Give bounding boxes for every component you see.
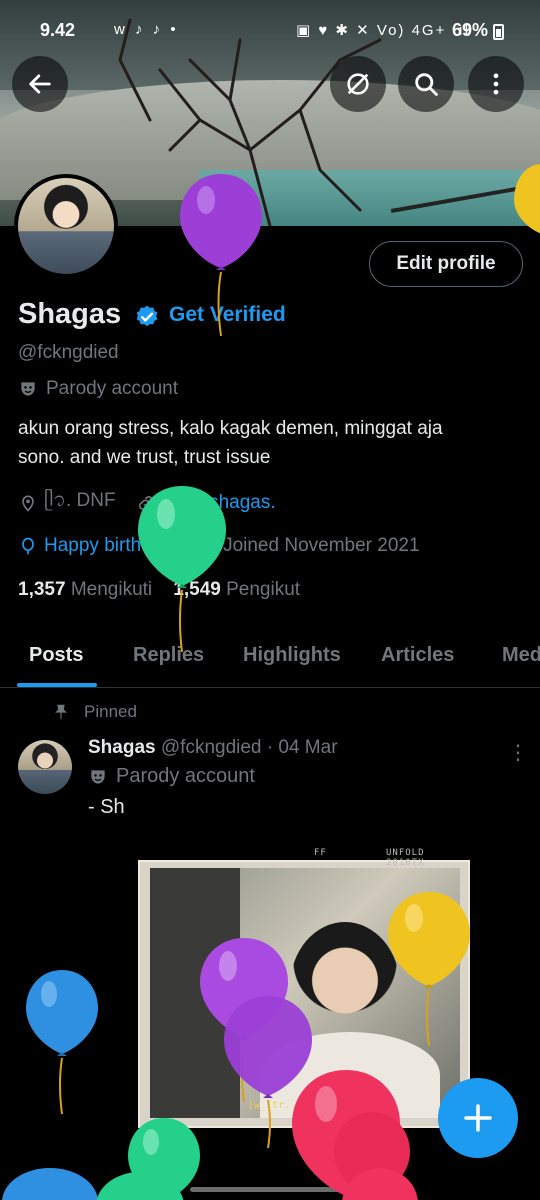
system-icons: ▣ ♥ ✱ ✕ Vo) 4G+ .ıl bbox=[296, 22, 471, 39]
pinned-text: Pinned bbox=[84, 702, 137, 721]
followers-label: Pengikut bbox=[226, 579, 301, 600]
profile-tabs: Posts Replies Highlights Articles Med bbox=[0, 630, 540, 688]
search-icon bbox=[415, 73, 438, 96]
balloon-blue-left bbox=[26, 970, 98, 1115]
status-time: 9.42 bbox=[40, 20, 76, 40]
battery-percent: 69% bbox=[452, 20, 489, 40]
more-button[interactable] bbox=[468, 56, 524, 112]
tab-articles[interactable]: Articles bbox=[381, 644, 454, 667]
theater-mask-icon bbox=[91, 769, 105, 784]
edit-profile-button[interactable]: Edit profile bbox=[369, 241, 523, 287]
tab-highlights[interactable]: Highlights bbox=[243, 644, 341, 667]
post-header: Shagas @fckngdied · 04 Mar bbox=[88, 737, 338, 759]
profile-joined: Joined November 2021 bbox=[223, 535, 420, 556]
media-caption-left: FF bbox=[314, 848, 327, 858]
tab-media[interactable]: Med bbox=[502, 644, 540, 667]
verified-badge-icon[interactable] bbox=[134, 304, 160, 330]
search-button[interactable] bbox=[398, 56, 454, 112]
active-tab-indicator bbox=[17, 683, 97, 687]
back-button[interactable] bbox=[12, 56, 68, 112]
plus-icon bbox=[464, 1104, 492, 1132]
bio-line-2: sono. and we trust, trust issue bbox=[18, 447, 271, 468]
balloon-icon bbox=[22, 537, 34, 555]
theater-mask-icon bbox=[21, 382, 35, 396]
bio-line-1: akun orang stress, kalo kagak demen, min… bbox=[18, 418, 443, 439]
media-caption-right: UNFOLD 2010TX bbox=[386, 848, 425, 868]
tab-posts[interactable]: Posts bbox=[29, 644, 83, 667]
pin-icon bbox=[55, 704, 67, 719]
pinned-label: Pinned bbox=[52, 702, 137, 722]
balloon-yellow-edge bbox=[514, 164, 540, 234]
post-avatar[interactable] bbox=[18, 740, 72, 794]
profile-avatar[interactable] bbox=[14, 174, 118, 278]
translate-button[interactable] bbox=[330, 56, 386, 112]
post-more-icon[interactable]: ⋮ bbox=[508, 740, 528, 765]
balloon-yellow-right bbox=[388, 892, 470, 1047]
arrow-left-icon bbox=[29, 74, 51, 94]
post-text: - Sh bbox=[88, 796, 125, 818]
post-author[interactable]: Shagas bbox=[88, 737, 156, 758]
more-vertical-icon bbox=[493, 73, 499, 95]
profile-handle: @fckngdied bbox=[18, 342, 119, 363]
following-count: 1,357 bbox=[18, 579, 66, 600]
following-link[interactable]: 1,357 Mengikuti bbox=[18, 579, 152, 600]
post-handle-date: @fckngdied · 04 Mar bbox=[160, 737, 338, 758]
balloon-green-mid bbox=[138, 486, 226, 653]
parody-text: Parody account bbox=[46, 378, 179, 399]
profile-name: Shagas bbox=[18, 298, 122, 330]
profile-location: ᥫ᭡. DNF bbox=[44, 490, 116, 511]
profile-bio: akun orang stress, kalo kagak demen, min… bbox=[18, 414, 518, 472]
status-bar: 9.42 w ♪ ♪ • ▣ ♥ ✱ ✕ Vo) 4G+ .ıl 69% bbox=[0, 0, 540, 60]
post-parody-text: Parody account bbox=[116, 765, 255, 787]
compose-post-button[interactable] bbox=[438, 1078, 518, 1158]
notification-icons: w ♪ ♪ • bbox=[114, 21, 179, 38]
post-parody-label: Parody account bbox=[88, 765, 255, 788]
balloon-purple-top bbox=[180, 174, 262, 337]
translate-icon bbox=[347, 73, 369, 95]
location-pin-icon bbox=[22, 495, 34, 512]
battery-icon bbox=[493, 24, 504, 40]
balloon-blue-bottom bbox=[2, 1168, 184, 1200]
parody-label: Parody account bbox=[18, 378, 178, 400]
balloon-pink-bottom bbox=[342, 1168, 418, 1200]
